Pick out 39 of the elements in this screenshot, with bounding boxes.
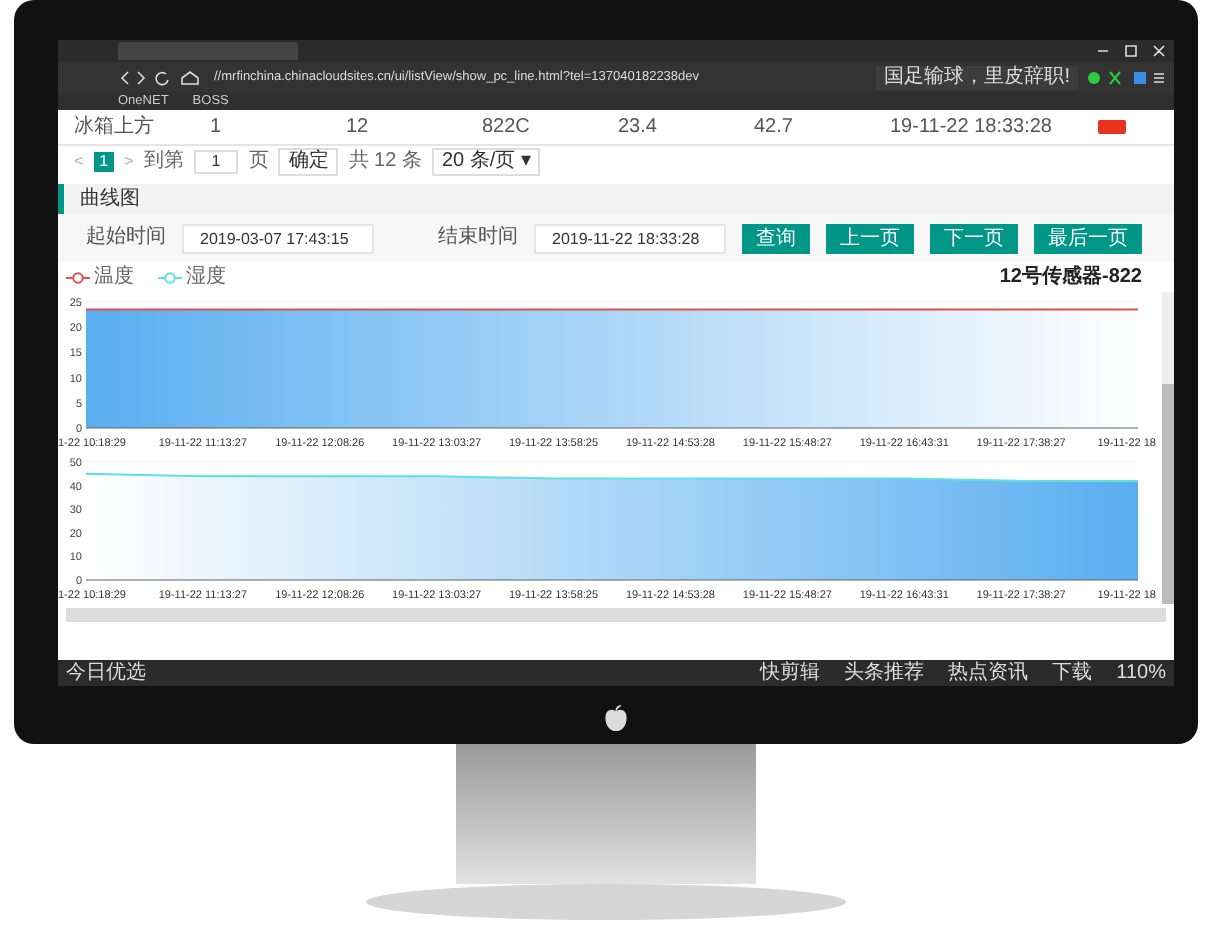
end-time-label: 结束时间 — [438, 226, 518, 250]
start-time-label: 起始时间 — [86, 226, 166, 250]
browser-tab[interactable] — [118, 42, 298, 60]
action-button[interactable]: 最后一页 — [1034, 223, 1142, 253]
legend-label[interactable]: 湿度 — [186, 265, 226, 289]
delete-button[interactable] — [1098, 120, 1126, 134]
toolbar-icons[interactable] — [1086, 69, 1166, 85]
total-count: 共 12 条 — [348, 150, 422, 174]
page-unit-label: 页 — [248, 150, 269, 174]
status-left-link[interactable]: 今日优选 — [66, 661, 146, 685]
table-cell-text: 冰箱上方 — [74, 115, 156, 139]
table-cell-text: 822C — [482, 115, 532, 139]
table-cell-text: 23.4 — [618, 115, 659, 139]
status-item[interactable]: 热点资讯 — [948, 661, 1029, 685]
search-field[interactable]: 国足输球，里皮辞职! — [876, 65, 1078, 89]
table-cell-text: 12 — [346, 115, 371, 139]
table-cell: 19-11-22 18:33:28 — [890, 115, 1052, 139]
goto-label: 到第 — [143, 150, 184, 174]
legend-label[interactable]: 温度 — [94, 265, 134, 289]
section-title: 曲线图 — [80, 187, 140, 211]
action-button[interactable]: 上一页 — [826, 223, 914, 253]
action-button[interactable]: 查询 — [742, 223, 810, 253]
page-number[interactable]: 1 — [93, 152, 115, 172]
confirm-button[interactable]: 确定 — [278, 148, 339, 176]
start-time-field[interactable]: 2019-03-07 17:43:15 — [182, 223, 374, 253]
status-item[interactable]: 110% — [1116, 661, 1166, 685]
logo-icon — [604, 704, 628, 732]
end-time-field[interactable]: 2019-11-22 18:33:28 — [534, 223, 726, 253]
page-input[interactable]: 1 — [193, 150, 239, 174]
horizontal-scrollbar[interactable] — [66, 608, 1166, 622]
page-size-select[interactable]: 20 条/页 ▾ — [431, 148, 541, 176]
chart-title: 12号传感器-822 — [999, 265, 1142, 289]
status-item[interactable]: 快剪辑 — [760, 661, 821, 685]
status-item[interactable]: 下载 — [1052, 661, 1093, 685]
action-button[interactable]: 下一页 — [930, 223, 1018, 253]
table-cell-text: 42.7 — [754, 115, 795, 139]
table-cell-text: 1 — [210, 115, 224, 139]
vertical-scrollbar[interactable] — [1162, 292, 1174, 604]
status-item[interactable]: 头条推荐 — [844, 661, 925, 685]
